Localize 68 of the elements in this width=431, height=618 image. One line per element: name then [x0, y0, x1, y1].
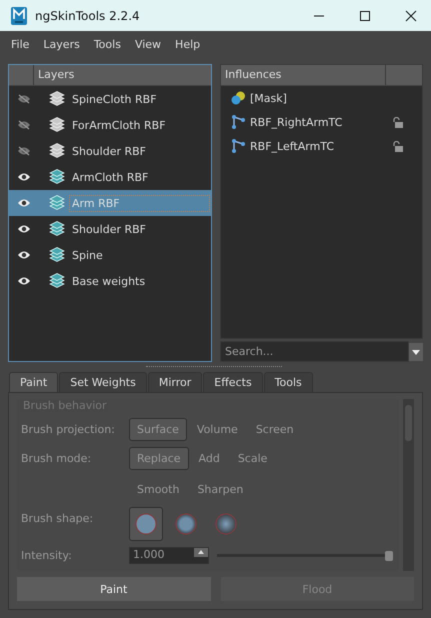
influence-name[interactable]: RBF_RightArmTC [250, 116, 389, 128]
layer-row[interactable]: Spine [9, 242, 211, 268]
eye-slash-icon[interactable] [17, 146, 31, 156]
layer-name: ForArmCloth RBF [71, 118, 167, 132]
close-icon[interactable] [405, 10, 417, 22]
layer-row[interactable]: Shoulder RBF [9, 216, 211, 242]
brush-circle-icon [175, 513, 197, 535]
search-field[interactable]: Search... [220, 341, 409, 362]
eye-icon[interactable] [17, 172, 31, 182]
brush-circle-icon [135, 513, 157, 535]
layer-row[interactable]: SpineCloth RBF [9, 86, 211, 112]
layer-stack-icon [49, 273, 65, 289]
layer-stack-icon [49, 195, 65, 211]
eye-icon[interactable] [17, 250, 31, 260]
intensity-field[interactable]: 1.000 [129, 547, 209, 564]
eye-slash-icon[interactable] [17, 120, 31, 130]
eye-icon[interactable] [17, 276, 31, 286]
unlocked-lock-icon[interactable] [393, 116, 404, 128]
layer-name: SpineCloth RBF [71, 92, 158, 106]
field-label: Brush projection: [21, 422, 116, 436]
tab[interactable]: Effects [203, 372, 263, 392]
tab[interactable]: Set Weights [59, 372, 147, 392]
layer-name: Base weights [71, 274, 146, 288]
layer-stack-icon [49, 91, 65, 107]
layer-row[interactable]: Base weights [9, 268, 211, 294]
layer-name: Arm RBF [70, 196, 209, 210]
spin-up-icon[interactable] [194, 548, 208, 557]
slider-thumb[interactable] [385, 550, 393, 560]
layer-stack-icon [49, 169, 65, 185]
column-header: Influences [224, 67, 282, 83]
layer-stack-icon [49, 221, 65, 237]
eye-icon[interactable] [17, 224, 31, 234]
tab[interactable]: Tools [264, 372, 313, 392]
eye-slash-icon[interactable] [17, 94, 31, 104]
eye-icon[interactable] [17, 198, 31, 208]
field-label: Intensity: [21, 549, 73, 562]
maximize-icon[interactable] [359, 10, 371, 22]
menu-item[interactable]: Tools [94, 38, 121, 51]
tab[interactable]: Paint [9, 372, 58, 392]
layer-name: Spine [71, 248, 104, 262]
layer-row[interactable]: Shoulder RBF [9, 138, 211, 164]
joint-icon [231, 139, 246, 153]
layer-name: Shoulder RBF [71, 222, 147, 236]
layer-row[interactable]: ForArmCloth RBF [9, 112, 211, 138]
layer-stack-icon [49, 247, 65, 263]
brush-circle-icon [215, 513, 237, 535]
menu-item[interactable]: Help [175, 38, 200, 51]
layer-stack-icon [49, 117, 65, 133]
field-label: Brush mode: [21, 451, 92, 465]
unlocked-lock-icon[interactable] [393, 140, 404, 152]
layer-name: Shoulder RBF [71, 144, 147, 158]
field-label: Brush shape: [21, 511, 94, 525]
action-button[interactable]: Paint [17, 577, 210, 601]
menu-item[interactable]: File [11, 38, 30, 51]
menu-item[interactable]: View [134, 38, 162, 51]
mask-icon [231, 91, 246, 105]
window-title: ngSkinTools 2.2.4 [35, 8, 140, 22]
influence-name[interactable]: [Mask] [250, 92, 422, 104]
app-logo-icon [11, 6, 27, 24]
column-header: Layers [37, 67, 76, 83]
menu-item[interactable]: Layers [43, 38, 80, 51]
layer-name: ArmCloth RBF [71, 170, 150, 184]
influence-name[interactable]: RBF_LeftArmTC [250, 140, 389, 152]
layer-row[interactable]: ArmCloth RBF [9, 164, 211, 190]
brush-shape-button[interactable] [129, 507, 163, 541]
layer-stack-icon [49, 143, 65, 159]
tab[interactable]: Mirror [148, 372, 202, 392]
joint-icon [231, 115, 246, 129]
